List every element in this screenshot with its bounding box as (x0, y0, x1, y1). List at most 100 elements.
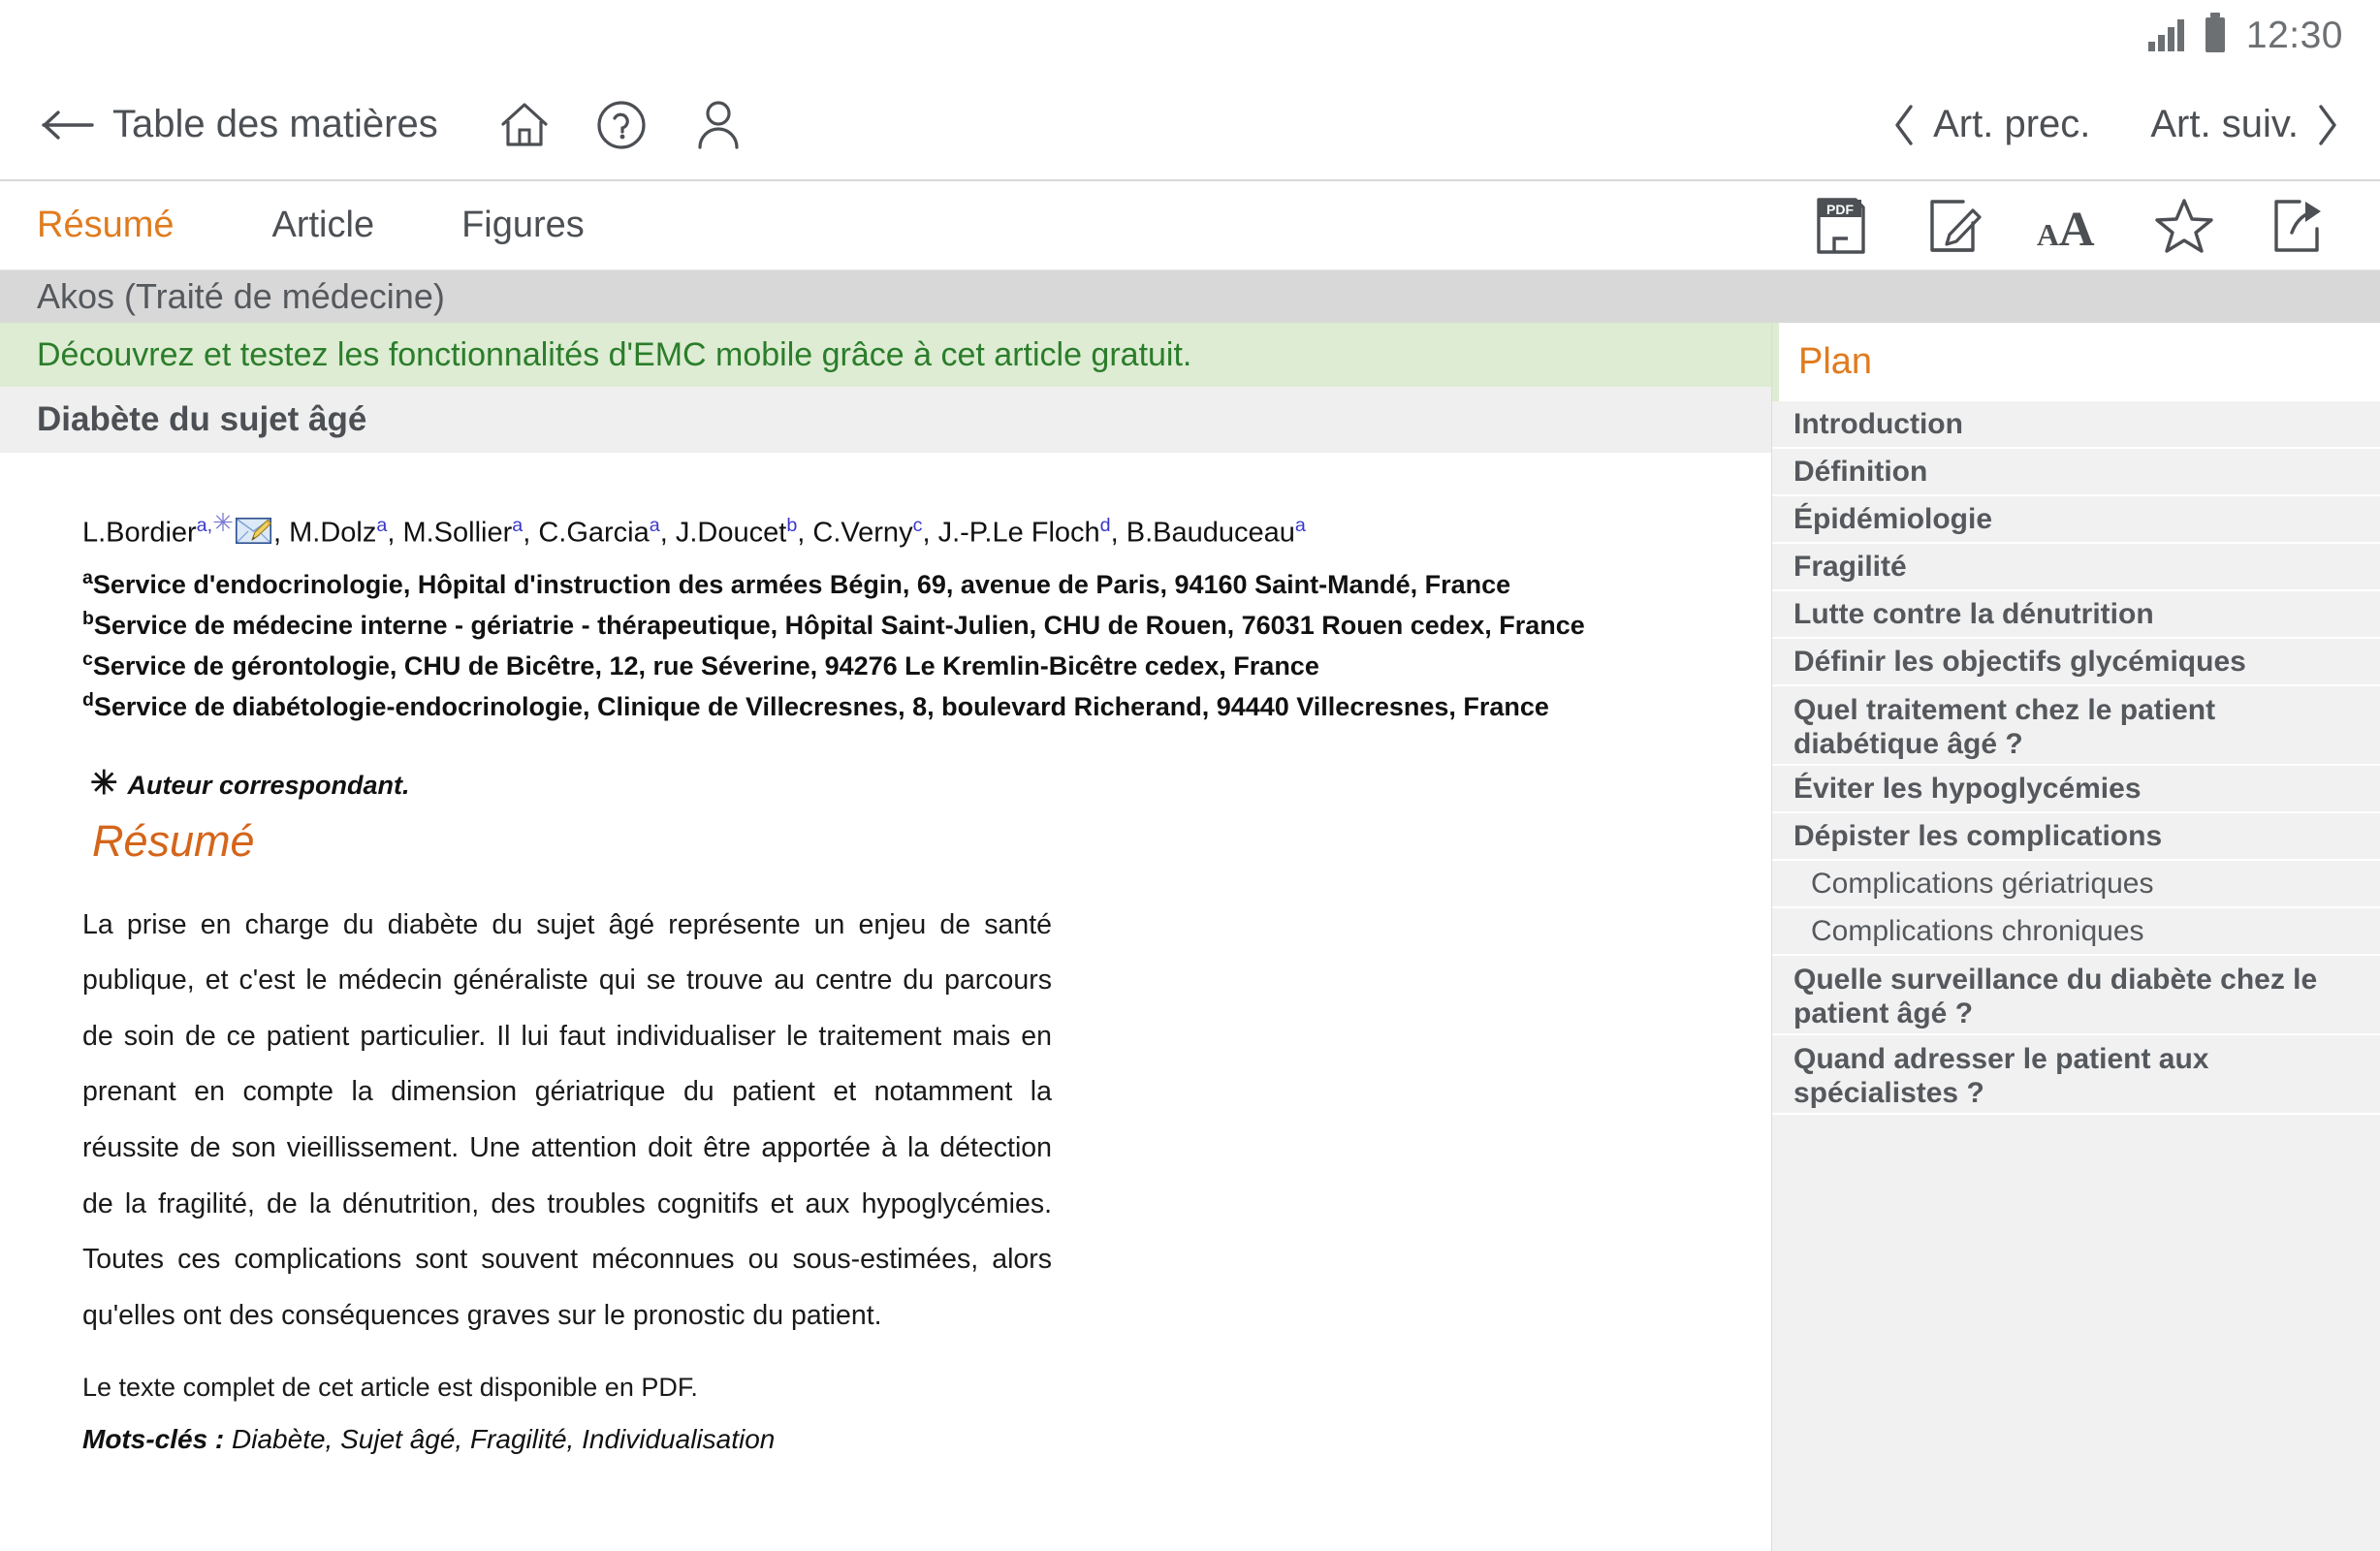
tab-list: Résumé Article Figures (0, 205, 585, 246)
chevron-left-icon (1892, 103, 1916, 147)
next-article-button[interactable]: Art. suiv. (2150, 103, 2339, 147)
plan-item-objectifs-glycemiques[interactable]: Définir les objectifs glycémiques (1772, 639, 2380, 686)
author-affil-sup: b (786, 515, 798, 536)
affiliation-text: Service de diabétologie-endocrinologie, … (93, 691, 1549, 721)
envelope-pencil-icon[interactable] (235, 517, 272, 544)
article-title: Diabète du sujet âgé (37, 400, 367, 438)
tab-resume[interactable]: Résumé (37, 205, 175, 246)
table-of-contents-label[interactable]: Table des matières (112, 103, 438, 146)
plan-item-epidemiologie[interactable]: Épidémiologie (1772, 496, 2380, 544)
keywords-line: Mots-clés : Diabète, Sujet âgé, Fragilit… (82, 1424, 1674, 1455)
author-name[interactable]: M.Sollier (402, 518, 512, 549)
affiliations-list: aService d'endocrinologie, Hôpital d'ins… (82, 564, 1674, 727)
annotate-note-icon[interactable] (1920, 194, 1990, 258)
previous-article-label: Art. prec. (1933, 103, 2091, 145)
signal-bars-icon (2147, 18, 2184, 51)
corresponding-author-note: ✳ Auteur correspondant. (82, 764, 1674, 803)
affiliation-key: a (82, 566, 93, 588)
plan-item-quand-adresser[interactable]: Quand adresser le patient aux spécialist… (1772, 1035, 2380, 1115)
svg-text:A: A (2059, 201, 2095, 255)
plan-item-label: Définition (1793, 455, 1928, 488)
back-arrow-icon[interactable] (39, 99, 99, 151)
corresponding-star: ✳ (212, 508, 234, 537)
plan-item-label: Éviter les hypoglycémies (1793, 772, 2142, 805)
tab-toolbar-row: Résumé Article Figures PDF A A (0, 181, 2380, 270)
affiliation-key: c (82, 648, 93, 670)
share-export-icon[interactable] (2264, 194, 2333, 258)
author-name[interactable]: J.-P.Le Floch (938, 518, 1100, 549)
author-affil-sup: a (1294, 515, 1306, 536)
journal-title-band: Akos (Traité de médecine) (0, 270, 2380, 323)
plan-item-introduction[interactable]: Introduction (1772, 401, 2380, 449)
content-area: Akos (Traité de médecine) Découvrez et t… (0, 270, 2380, 1551)
asterisk-icon: ✳ (90, 764, 118, 802)
favorite-star-icon[interactable] (2149, 194, 2219, 258)
author-name[interactable]: B.Bauduceau (1127, 518, 1295, 549)
author-name[interactable]: J.Doucet (676, 518, 786, 549)
author-name[interactable]: C.Verny (812, 518, 912, 549)
plan-item-label: Dépister les complications (1793, 819, 2163, 852)
keywords-label: Mots-clés : (82, 1424, 225, 1455)
author-affil-sup: a (512, 515, 524, 536)
affiliation-item: dService de diabétologie-endocrinologie,… (82, 686, 1674, 727)
plan-item-definition[interactable]: Définition (1772, 449, 2380, 496)
svg-text:PDF: PDF (1826, 202, 1854, 217)
plan-item-label: Introduction (1793, 407, 1963, 440)
user-account-icon[interactable] (682, 89, 754, 161)
author-affil-sup: a (649, 515, 660, 536)
author-name[interactable]: L.Bordier (82, 518, 197, 549)
author-affil-sup: a, (196, 515, 213, 536)
plan-item-depister-complications[interactable]: Dépister les complications (1772, 813, 2380, 861)
toolbar-actions: PDF A A (1806, 194, 2345, 258)
plan-item-label: Quelle surveillance du diabète chez le p… (1793, 963, 2318, 1029)
author-name[interactable]: M.Dolz (289, 518, 376, 549)
next-article-label: Art. suiv. (2150, 103, 2299, 145)
affiliation-key: d (82, 688, 94, 711)
help-circle-icon[interactable] (586, 89, 657, 161)
affiliation-item: bService de médecine interne - gériatrie… (82, 605, 1674, 646)
previous-article-button[interactable]: Art. prec. (1892, 103, 2090, 147)
pdf-icon[interactable]: PDF (1806, 194, 1876, 258)
article-main-column: Akos (Traité de médecine) Découvrez et t… (0, 270, 2380, 1551)
plan-item-label: Complications chroniques (1811, 914, 2144, 947)
affiliation-item: cService de gérontologie, CHU de Bicêtre… (82, 646, 1674, 686)
author-affil-sup: c (912, 515, 923, 536)
plan-item-complications-geriatriques[interactable]: Complications gériatriques (1772, 861, 2380, 908)
plan-item-label: Lutte contre la dénutrition (1793, 597, 2154, 630)
abstract-text: La prise en charge du diabète du sujet â… (82, 908, 1052, 1331)
top-navigation-bar: Table des matières Art. prec. Art. suiv. (0, 70, 2380, 181)
plan-item-complications-chroniques[interactable]: Complications chroniques (1772, 908, 2380, 956)
plan-item-label: Épidémiologie (1793, 502, 1993, 535)
corresponding-author-label: Auteur correspondant. (127, 770, 410, 800)
battery-full-icon (2205, 13, 2225, 52)
status-clock: 12:30 (2245, 14, 2343, 56)
home-icon[interactable] (489, 89, 560, 161)
article-body: L.Bordiera,✳ , M.Dolza, M.Solliera, C.Ga… (0, 453, 1771, 1455)
app-root: 12:30 Table des matières Art. prec. Art.… (0, 0, 2380, 1551)
plan-item-label: Fragilité (1793, 550, 1907, 583)
plan-item-label: Quel traitement chez le patient diabétiq… (1793, 693, 2216, 760)
plan-item-label: Quand adresser le patient aux spécialist… (1793, 1042, 2209, 1109)
author-affil-sup: a (376, 515, 388, 536)
plan-item-quel-traitement[interactable]: Quel traitement chez le patient diabétiq… (1772, 686, 2380, 766)
plan-item-lutte-denutrition[interactable]: Lutte contre la dénutrition (1772, 591, 2380, 639)
article-title-band: Diabète du sujet âgé (0, 387, 1771, 453)
tab-figures[interactable]: Figures (461, 205, 585, 246)
author-name[interactable]: C.Garcia (538, 518, 649, 549)
plan-item-fragilite[interactable]: Fragilité (1772, 544, 2380, 591)
keywords-value: Diabète, Sujet âgé, Fragilité, Individua… (232, 1424, 776, 1455)
font-size-icon[interactable]: A A (2035, 194, 2105, 258)
affiliation-key: b (82, 607, 94, 629)
affiliation-text: Service d'endocrinologie, Hôpital d'inst… (92, 569, 1511, 599)
affiliation-item: aService d'endocrinologie, Hôpital d'ins… (82, 564, 1674, 605)
tab-article[interactable]: Article (272, 205, 375, 246)
author-affil-sup: d (1099, 515, 1111, 536)
affiliation-text: Service de médecine interne - gériatrie … (93, 610, 1585, 640)
plan-item-label: Définir les objectifs glycémiques (1793, 645, 2246, 678)
pdf-availability-note: Le texte complet de cet article est disp… (82, 1373, 698, 1403)
plan-item-eviter-hypoglycemies[interactable]: Éviter les hypoglycémies (1772, 766, 2380, 813)
status-bar: 12:30 (0, 0, 2380, 70)
journal-name: Akos (Traité de médecine) (37, 276, 445, 316)
plan-item-quelle-surveillance[interactable]: Quelle surveillance du diabète chez le p… (1772, 956, 2380, 1035)
plan-panel-title: Plan (1772, 323, 2380, 401)
